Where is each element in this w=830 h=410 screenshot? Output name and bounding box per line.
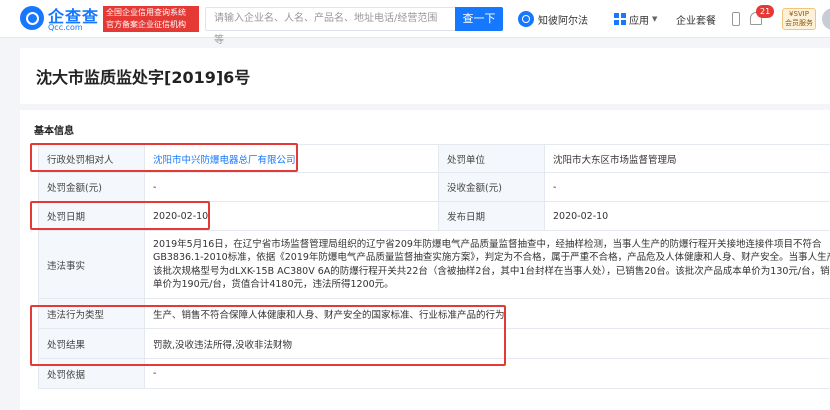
nav-apps-menu[interactable]: 应用 ▼ (614, 9, 657, 29)
logo-subtext: Qcc.com (48, 23, 83, 32)
company-link[interactable]: 沈阳市中兴防爆电器总厂有限公司 (153, 155, 296, 166)
value-penalty-date: 2020-02-10 (145, 202, 439, 231)
label-violation-facts: 违法事实 (39, 231, 145, 299)
label-penalty-result: 处罚结果 (39, 329, 145, 359)
zhibi-logo-icon (518, 11, 534, 27)
label-penalty-amount: 处罚金额(元) (39, 173, 145, 202)
value-violation-facts: 2019年5月16日，在辽宁省市场监督管理局组织的辽宁省209年防爆电气产品质量… (145, 231, 830, 299)
value-penalty-basis: - (145, 359, 830, 389)
penalty-info-table: 行政处罚相对人 沈阳市中兴防爆电器总厂有限公司 处罚单位 沈阳市大东区市场监督管… (38, 144, 830, 389)
tagline-badge: 全国企业信用查询系统 官方备案企业征信机构 (103, 6, 199, 32)
mobile-phone-icon[interactable] (732, 12, 740, 26)
svip-sublabel: 会员服务 (783, 19, 815, 28)
qcc-logo-icon[interactable] (20, 6, 44, 30)
table-row: 违法事实 2019年5月16日，在辽宁省市场监督管理局组织的辽宁省209年防爆电… (39, 231, 830, 299)
value-violation-type: 生产、销售不符合保障人体健康和人身、财产安全的国家标准、行业标准产品的行为 (145, 299, 830, 329)
section-title: 基本信息 (34, 122, 74, 137)
nav-apps-label: 应用 (629, 12, 649, 27)
value-penalty-authority: 沈阳市大东区市场监督管理局 (545, 145, 830, 173)
nav-zhibi-alpha[interactable]: 知彼阿尔法 (518, 9, 588, 29)
chevron-down-icon: ▼ (652, 15, 657, 23)
table-row: 处罚依据 - (39, 359, 830, 389)
value-penalty-result: 罚款,没收违法所得,没收非法财物 (145, 329, 830, 359)
nav-enterprise-package[interactable]: 企业套餐 (676, 12, 716, 27)
table-row: 处罚结果 罚款,没收违法所得,没收非法财物 (39, 329, 830, 359)
label-violation-type: 违法行为类型 (39, 299, 145, 329)
page-title: 沈大市监质监处字[2019]6号 (36, 64, 250, 88)
label-publish-date: 发布日期 (439, 202, 545, 231)
search-input[interactable]: 请输入企业名、人名、产品名、地址电话/经营范围等 (205, 7, 455, 31)
value-confiscated-amount: - (545, 173, 830, 202)
nav-zhibi-label: 知彼阿尔法 (538, 12, 588, 27)
tagline-line-2: 官方备案企业征信机构 (106, 19, 196, 31)
table-row: 处罚日期 2020-02-10 发布日期 2020-02-10 (39, 202, 830, 231)
table-row: 行政处罚相对人 沈阳市中兴防爆电器总厂有限公司 处罚单位 沈阳市大东区市场监督管… (39, 145, 830, 173)
label-penalized-party: 行政处罚相对人 (39, 145, 145, 173)
label-penalty-date: 处罚日期 (39, 202, 145, 231)
value-publish-date: 2020-02-10 (545, 202, 830, 231)
top-navigation-bar: 企查查 Qcc.com 全国企业信用查询系统 官方备案企业征信机构 请输入企业名… (0, 0, 830, 38)
svip-button[interactable]: ¥SVIP 会员服务 (782, 8, 816, 30)
user-avatar[interactable] (822, 8, 830, 30)
tagline-line-1: 全国企业信用查询系统 (106, 7, 196, 19)
content-panel: 基本信息 行政处罚相对人 沈阳市中兴防爆电器总厂有限公司 处罚单位 沈阳市大东区… (20, 110, 830, 410)
title-panel: 沈大市监质监处字[2019]6号 (20, 48, 830, 104)
svip-label: ¥SVIP (783, 10, 815, 19)
label-penalty-basis: 处罚依据 (39, 359, 145, 389)
value-penalty-amount: - (145, 173, 439, 202)
search-button[interactable]: 查一下 (455, 7, 503, 31)
table-row: 处罚金额(元) - 没收金额(元) - (39, 173, 830, 202)
value-penalized-party: 沈阳市中兴防爆电器总厂有限公司 (145, 145, 439, 173)
notification-badge: 21 (756, 5, 774, 18)
label-confiscated-amount: 没收金额(元) (439, 173, 545, 202)
label-penalty-authority: 处罚单位 (439, 145, 545, 173)
apps-grid-icon (614, 13, 626, 25)
table-row: 违法行为类型 生产、销售不符合保障人体健康和人身、财产安全的国家标准、行业标准产… (39, 299, 830, 329)
